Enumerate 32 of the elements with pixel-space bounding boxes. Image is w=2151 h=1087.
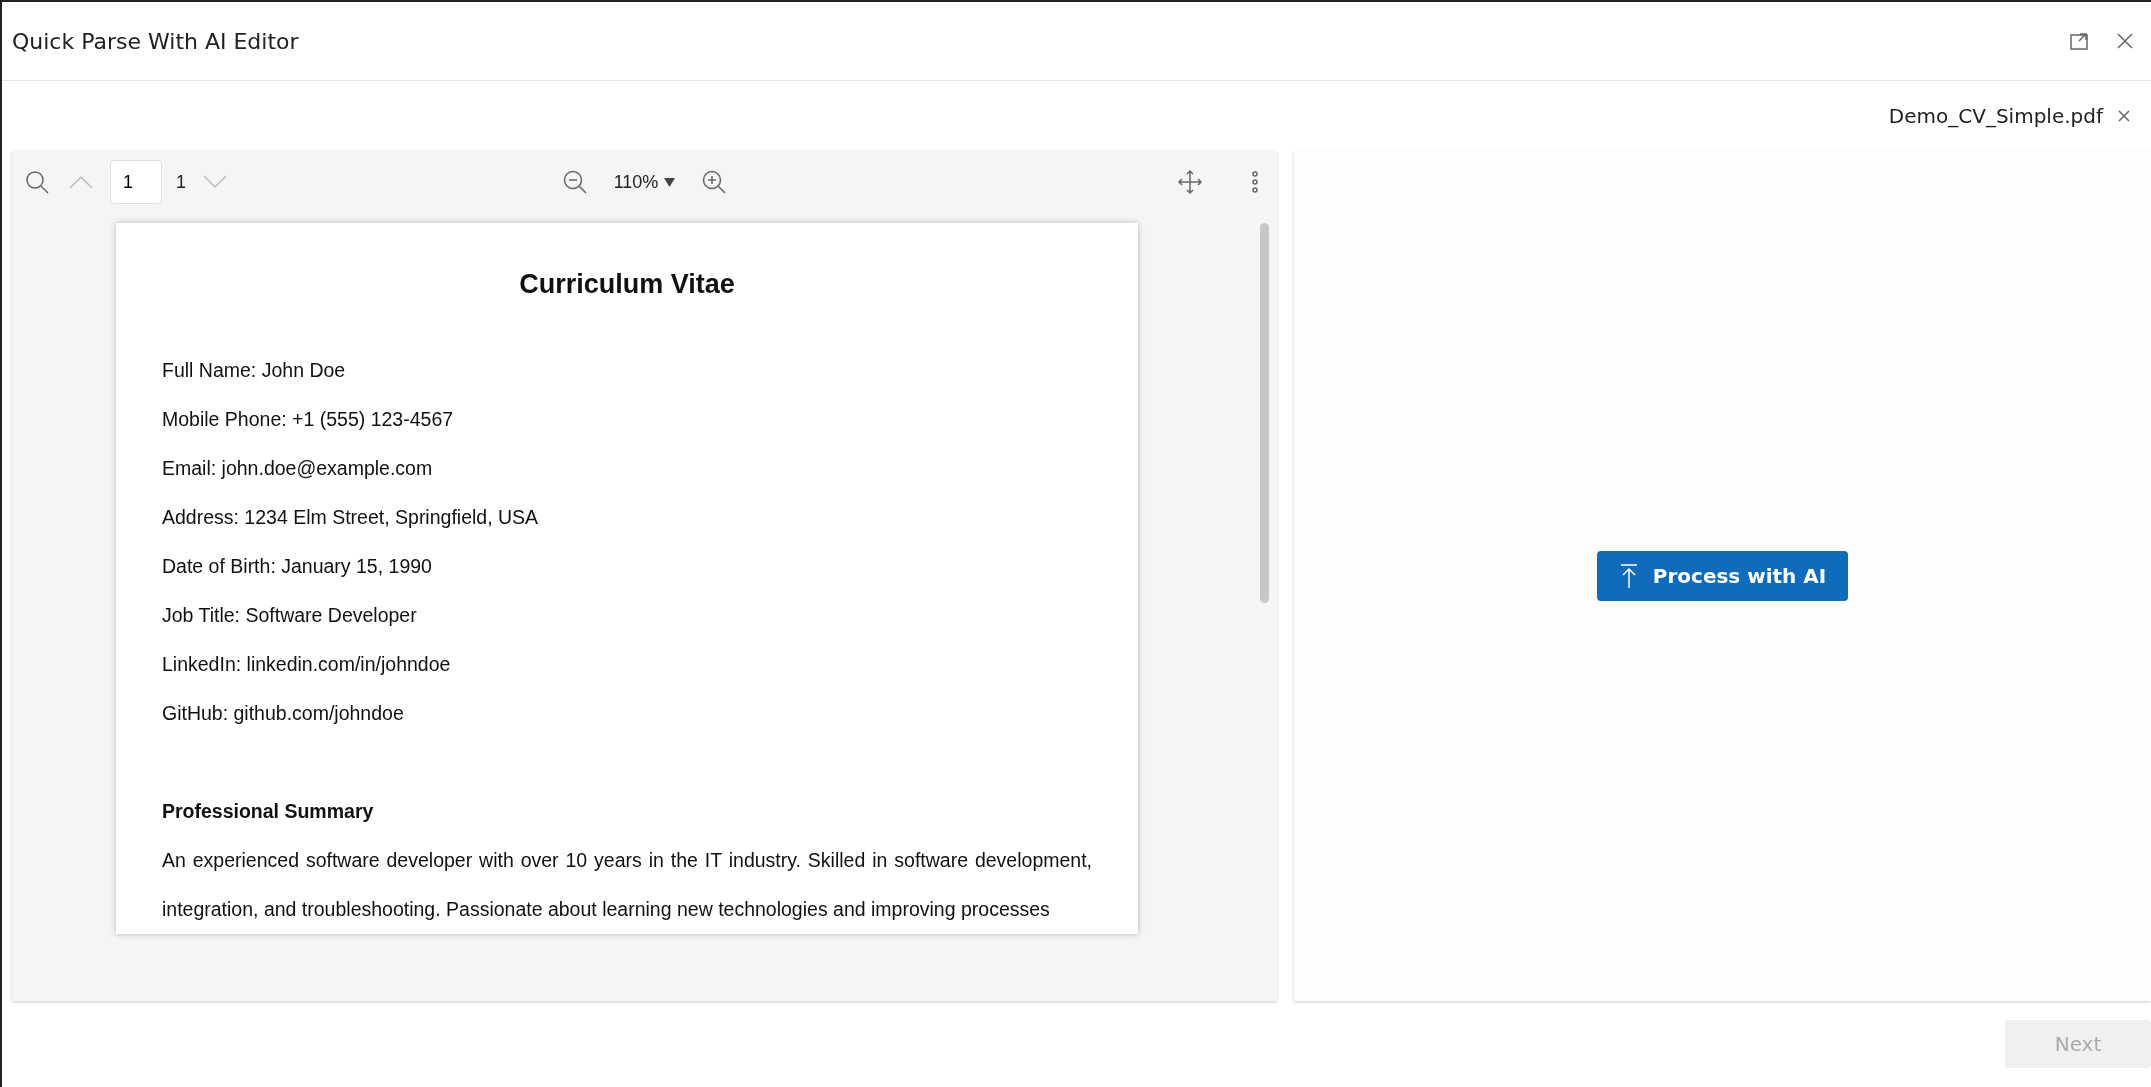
close-icon xyxy=(2115,31,2135,51)
upload-icon xyxy=(1618,563,1639,589)
section-paragraph: An experienced software developer with over 10 years in the IT industry. Skilled in software development, integration, and troubleshooting. Passionate about learning new technologies and improving processes xyxy=(162,848,1092,922)
document-field: LinkedIn: linkedin.com/in/johndoe xyxy=(162,640,1092,689)
page-count: 1 xyxy=(176,171,186,193)
document-title: Curriculum Vitae xyxy=(518,269,736,300)
process-button[interactable]: Process with AI xyxy=(1596,551,1849,601)
scrollbar-thumb[interactable] xyxy=(1259,223,1269,603)
pan-button[interactable] xyxy=(1175,167,1205,197)
move-icon xyxy=(1177,169,1203,195)
chevron-down-icon xyxy=(202,174,228,190)
document-field: Job Title: Software Developer xyxy=(162,591,1092,640)
more-icon xyxy=(1251,170,1259,194)
section-heading: Professional Summary xyxy=(162,799,375,824)
document-field: Full Name: John Doe xyxy=(162,346,1092,395)
file-name: Demo_CV_Simple.pdf xyxy=(1888,104,2103,128)
document-field: GitHub: github.com/johndoe xyxy=(162,689,1092,738)
close-icon xyxy=(2117,109,2131,123)
zoom-in-icon xyxy=(701,169,728,195)
document-field: Email: john.doe@example.com xyxy=(162,444,1092,493)
window-title: Quick Parse With AI Editor xyxy=(12,28,299,54)
more-button[interactable] xyxy=(1249,168,1261,196)
expand-icon xyxy=(2069,31,2089,51)
search-icon xyxy=(24,169,50,195)
document-field: Address: 1234 Elm Street, Springfield, USA xyxy=(162,493,1092,542)
chevron-up-icon xyxy=(68,174,94,190)
zoom-dropdown[interactable]: 110% xyxy=(603,167,686,197)
document-field: Mobile Phone: +1 (555) 123-4567 xyxy=(162,395,1092,444)
zoom-out-icon xyxy=(561,169,588,195)
page-number-field[interactable]: 1 xyxy=(110,160,162,204)
document-field: Date of Birth: January 15, 1990 xyxy=(162,542,1092,591)
caret-icon xyxy=(664,177,676,187)
